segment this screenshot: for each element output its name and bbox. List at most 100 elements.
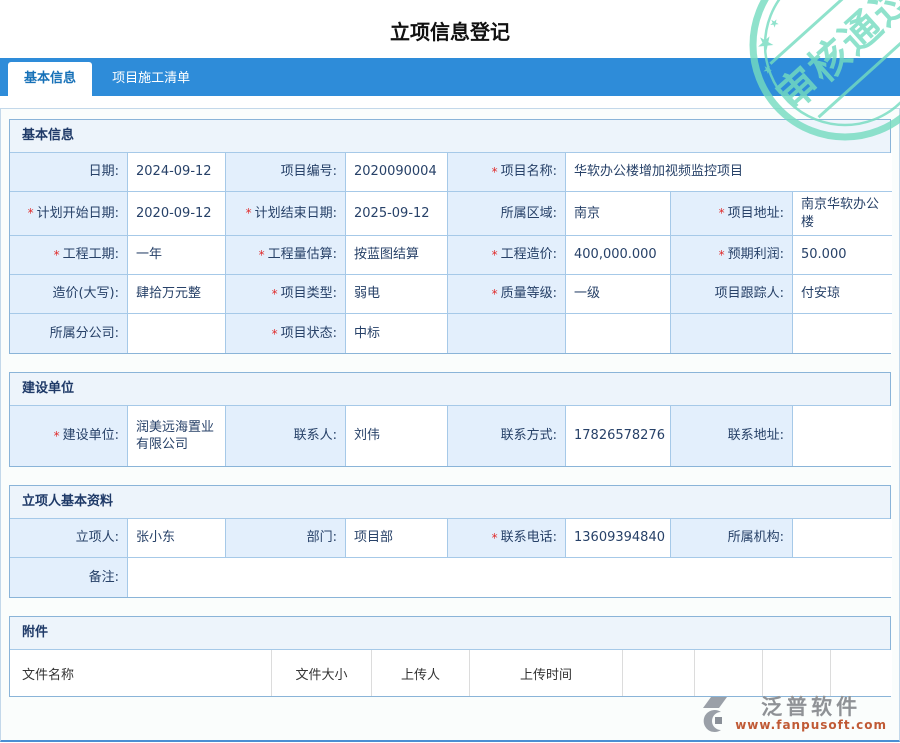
required-marker: * [492, 530, 498, 546]
required-marker: * [492, 164, 498, 180]
basic-row-3: *工程工期: 一年 *工程量估算: 按蓝图结算 *工程造价: 400,000.0… [10, 236, 890, 275]
required-marker: * [719, 247, 725, 263]
col-uploader: 上传人 [372, 650, 470, 696]
basic-row-1: 日期: 2024-09-12 项目编号: 2020090004 *项目名称: 华… [10, 153, 890, 192]
attachments-header-row: 文件名称 文件大小 上传人 上传时间 [10, 650, 890, 696]
required-marker: * [54, 247, 60, 263]
fanpu-brand-logo: 泛普软件 www.fanpusoft.com [701, 694, 887, 734]
section-initiator-info: 立项人基本资料 立项人: 张小东 部门: 项目部 *联系电话: 13609394… [9, 485, 891, 598]
plan-start-label: *计划开始日期: [10, 192, 128, 236]
construction-unit-label: *建设单位: [10, 406, 128, 466]
project-name-label: *项目名称: [448, 153, 566, 192]
initiator-label: 立项人: [10, 519, 128, 558]
required-marker: * [54, 428, 60, 444]
duration-label: *工程工期: [10, 236, 128, 275]
plan-end-label: *计划结束日期: [226, 192, 346, 236]
required-marker: * [719, 205, 725, 221]
tab-basic-info[interactable]: 基本信息 [8, 62, 92, 102]
section-basic-info: 基本信息 日期: 2024-09-12 项目编号: 2020090004 *项目… [9, 119, 891, 354]
tab-project-construction-list[interactable]: 项目施工清单 [96, 62, 206, 96]
section-construction-unit: 建设单位 *建设单位: 润美远海置业有限公司 联系人: 刘伟 联系方式: 178… [9, 372, 891, 467]
col-empty [763, 650, 831, 696]
required-marker: * [28, 205, 34, 221]
date-value: 2024-09-12 [128, 153, 226, 192]
contact-person-value: 刘伟 [346, 406, 448, 466]
basic-row-4: 造价(大写): 肆拾万元整 *项目类型: 弱电 *质量等级: 一级 项目跟踪人:… [10, 275, 890, 314]
address-label: *项目地址: [671, 192, 793, 236]
initiator-value: 张小东 [128, 519, 226, 558]
fanpu-logo-icon [701, 694, 735, 734]
branch-company-value [128, 314, 226, 353]
project-type-value: 弱电 [346, 275, 448, 314]
contact-phone-value: 17826578276 [566, 406, 671, 466]
cost-in-words-label: 造价(大写): [10, 275, 128, 314]
contact-phone-label: 联系方式: [448, 406, 566, 466]
project-status-value: 中标 [346, 314, 448, 353]
project-type-label: *项目类型: [226, 275, 346, 314]
quantity-estimate-value: 按蓝图结算 [346, 236, 448, 275]
col-empty [831, 650, 892, 696]
project-cost-label: *工程造价: [448, 236, 566, 275]
contact-address-label: 联系地址: [671, 406, 793, 466]
cost-in-words-value: 肆拾万元整 [128, 275, 226, 314]
construction-unit-value: 润美远海置业有限公司 [128, 406, 226, 466]
empty-label-cell [448, 314, 566, 353]
expected-profit-value: 50.000 [793, 236, 892, 275]
brand-url: www.fanpusoft.com [735, 718, 887, 732]
remark-label: 备注: [10, 558, 128, 597]
required-marker: * [272, 286, 278, 302]
main-content: 基本信息 日期: 2024-09-12 项目编号: 2020090004 *项目… [0, 108, 900, 742]
required-marker: * [492, 247, 498, 263]
plan-start-value: 2020-09-12 [128, 192, 226, 236]
project-cost-value: 400,000.000 [566, 236, 671, 275]
col-upload-time: 上传时间 [470, 650, 623, 696]
project-no-value: 2020090004 [346, 153, 448, 192]
empty-label-cell [671, 314, 793, 353]
organization-label: 所属机构: [671, 519, 793, 558]
department-value: 项目部 [346, 519, 448, 558]
address-value: 南京华软办公楼 [793, 192, 892, 236]
required-marker: * [272, 326, 278, 342]
branch-company-label: 所属分公司: [10, 314, 128, 353]
quality-grade-value: 一级 [566, 275, 671, 314]
col-empty [695, 650, 763, 696]
quality-grade-label: *质量等级: [448, 275, 566, 314]
col-file-name: 文件名称 [10, 650, 272, 696]
initiator-row-1: 立项人: 张小东 部门: 项目部 *联系电话: 13609394840 所属机构… [10, 519, 890, 558]
empty-value-cell [793, 314, 892, 353]
required-marker: * [492, 286, 498, 302]
section-attachments: 附件 文件名称 文件大小 上传人 上传时间 [9, 616, 891, 697]
page-title: 立项信息登记 [0, 16, 900, 45]
empty-value-cell [566, 314, 671, 353]
section-initiator-info-title: 立项人基本资料 [10, 486, 890, 519]
quantity-estimate-label: *工程量估算: [226, 236, 346, 275]
remark-value [128, 558, 892, 597]
region-value: 南京 [566, 192, 671, 236]
telephone-label: *联系电话: [448, 519, 566, 558]
section-basic-info-title: 基本信息 [10, 120, 890, 153]
expected-profit-label: *预期利润: [671, 236, 793, 275]
basic-row-2: *计划开始日期: 2020-09-12 *计划结束日期: 2025-09-12 … [10, 192, 890, 236]
telephone-value: 13609394840 [566, 519, 671, 558]
required-marker: * [246, 205, 252, 221]
col-empty [623, 650, 695, 696]
contact-person-label: 联系人: [226, 406, 346, 466]
project-name-value: 华软办公楼增加视频监控项目 [566, 153, 892, 192]
department-label: 部门: [226, 519, 346, 558]
basic-row-5: 所属分公司: *项目状态: 中标 [10, 314, 890, 353]
date-label: 日期: [10, 153, 128, 192]
tab-bar: 基本信息 项目施工清单 [0, 58, 900, 96]
project-no-label: 项目编号: [226, 153, 346, 192]
initiator-row-2: 备注: [10, 558, 890, 597]
project-status-label: *项目状态: [226, 314, 346, 353]
project-tracker-value: 付安琼 [793, 275, 892, 314]
contact-address-value [793, 406, 892, 466]
organization-value [793, 519, 892, 558]
region-label: 所属区域: [448, 192, 566, 236]
duration-value: 一年 [128, 236, 226, 275]
brand-name: 泛普软件 [735, 696, 887, 718]
section-attachments-title: 附件 [10, 617, 890, 650]
project-tracker-label: 项目跟踪人: [671, 275, 793, 314]
construction-row-1: *建设单位: 润美远海置业有限公司 联系人: 刘伟 联系方式: 17826578… [10, 406, 890, 466]
section-construction-unit-title: 建设单位 [10, 373, 890, 406]
